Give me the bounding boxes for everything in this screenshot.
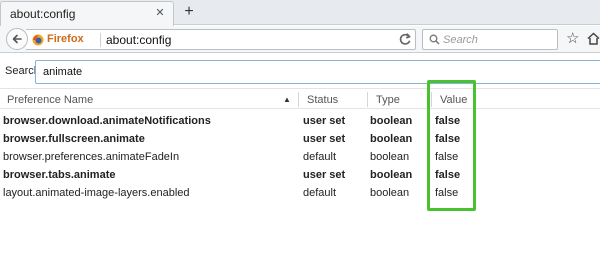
pref-type: boolean <box>370 187 410 199</box>
web-search-bar[interactable]: Search <box>422 29 558 50</box>
close-icon[interactable]: ✕ <box>153 6 167 20</box>
pref-status: default <box>303 187 337 199</box>
config-search-field[interactable] <box>35 60 600 84</box>
identity-label: Firefox <box>47 33 84 45</box>
config-search-row: Search: <box>0 54 600 88</box>
sort-ascending-icon: ▲ <box>283 95 291 104</box>
pref-type: boolean <box>370 115 413 127</box>
column-divider[interactable] <box>367 92 368 107</box>
pref-type: boolean <box>370 133 413 145</box>
new-tab-button[interactable]: + <box>180 2 198 22</box>
back-button[interactable] <box>6 28 28 50</box>
navigation-bar: Firefox about:config Search ☆ <box>0 26 600 53</box>
pref-name: browser.download.animateNotifications <box>3 115 211 127</box>
table-row[interactable]: layout.animated-image-layers.enabled def… <box>0 184 600 202</box>
table-row[interactable]: browser.preferences.animateFadeIn defaul… <box>0 148 600 166</box>
value-column-highlight <box>427 80 476 211</box>
pref-type: boolean <box>370 169 413 181</box>
search-placeholder: Search <box>443 34 478 46</box>
pref-name: browser.tabs.animate <box>3 169 116 181</box>
tab-about-config[interactable]: about:config ✕ <box>0 1 174 26</box>
pref-type: boolean <box>370 151 410 163</box>
pref-name: browser.preferences.animateFadeIn <box>3 151 180 163</box>
firefox-logo-icon <box>32 34 44 46</box>
table-row[interactable]: browser.download.animateNotifications us… <box>0 112 600 130</box>
back-arrow-icon <box>12 34 22 44</box>
column-header-type[interactable]: Type <box>376 94 400 106</box>
tab-title: about:config <box>10 7 76 21</box>
table-row[interactable]: browser.tabs.animate user set boolean fa… <box>0 166 600 184</box>
column-header-status[interactable]: Status <box>307 94 338 106</box>
pref-status: user set <box>303 115 346 127</box>
pref-status: default <box>303 151 337 163</box>
tab-strip: about:config ✕ + <box>0 0 600 26</box>
pref-name: layout.animated-image-layers.enabled <box>3 187 190 199</box>
search-icon <box>429 34 440 45</box>
table-row[interactable]: browser.fullscreen.animate user set bool… <box>0 130 600 148</box>
home-icon[interactable] <box>587 32 600 45</box>
pref-status: user set <box>303 133 346 145</box>
star-icon[interactable]: ☆ <box>566 31 579 47</box>
column-divider[interactable] <box>298 92 299 107</box>
url-bar[interactable]: Firefox about:config <box>26 29 416 50</box>
column-header-name[interactable]: Preference Name <box>7 94 93 106</box>
reload-icon[interactable] <box>398 32 412 46</box>
config-search-input[interactable] <box>43 64 583 80</box>
url-text[interactable]: about:config <box>106 33 171 47</box>
pref-name: browser.fullscreen.animate <box>3 133 145 145</box>
pref-status: user set <box>303 169 346 181</box>
table-header: Preference Name ▲ Status Type Value <box>0 88 600 109</box>
url-divider <box>100 33 101 47</box>
